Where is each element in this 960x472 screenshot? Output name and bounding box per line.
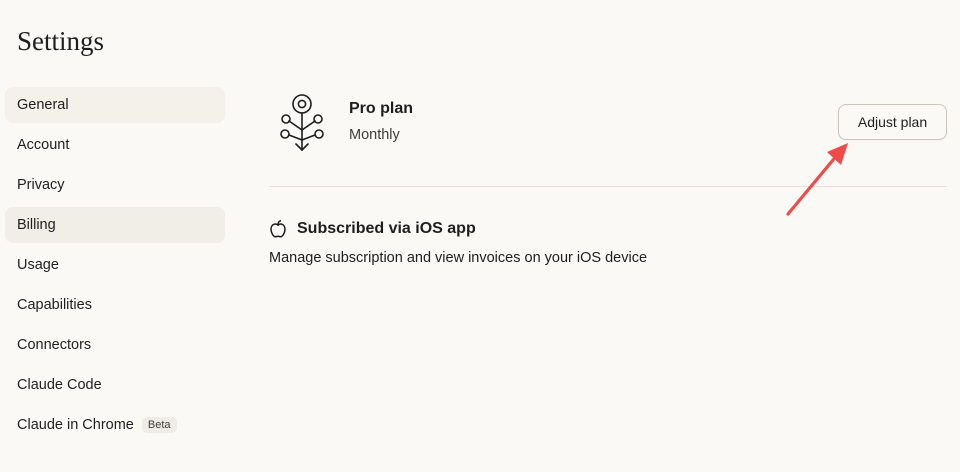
sidebar-item-account[interactable]: Account <box>5 127 225 163</box>
settings-page: Settings General Account Privacy Billing… <box>0 0 960 472</box>
section-divider <box>269 186 947 187</box>
sidebar-item-claude-code[interactable]: Claude Code <box>5 367 225 403</box>
plan-name: Pro plan <box>349 100 414 117</box>
sidebar-item-label: Connectors <box>17 337 92 353</box>
sidebar-item-usage[interactable]: Usage <box>5 247 225 283</box>
beta-badge: Beta <box>141 417 177 433</box>
sidebar-item-label: Capabilities <box>17 297 92 313</box>
sidebar-item-privacy[interactable]: Privacy <box>5 167 225 203</box>
adjust-plan-button[interactable]: Adjust plan <box>838 104 947 140</box>
sidebar-item-label: Privacy <box>17 177 65 193</box>
sidebar-item-label: Usage <box>17 257 59 273</box>
sidebar-item-general[interactable]: General <box>5 87 225 123</box>
sidebar-item-capabilities[interactable]: Capabilities <box>5 287 225 323</box>
settings-sidebar: General Account Privacy Billing Usage Ca… <box>5 87 225 447</box>
sidebar-item-connectors[interactable]: Connectors <box>5 327 225 363</box>
sidebar-item-label: Claude in Chrome <box>17 417 134 433</box>
sidebar-item-label: General <box>17 97 69 113</box>
sidebar-item-billing[interactable]: Billing <box>5 207 225 243</box>
plan-period: Monthly <box>349 127 400 143</box>
subscription-description: Manage subscription and view invoices on… <box>269 250 648 266</box>
sidebar-item-label: Billing <box>17 217 56 233</box>
page-title: Settings <box>17 26 105 56</box>
subscription-title: Subscribed via iOS app <box>297 220 476 237</box>
plan-tree-icon <box>280 94 324 151</box>
sidebar-item-label: Claude Code <box>17 377 102 393</box>
billing-panel: Pro plan Monthly Adjust plan Subscribed … <box>269 0 947 472</box>
sidebar-item-label: Account <box>17 137 70 153</box>
sidebar-item-claude-in-chrome[interactable]: Claude in Chrome Beta <box>5 407 225 443</box>
subscription-row: Subscribed via iOS app <box>269 219 476 239</box>
apple-icon <box>270 219 286 238</box>
